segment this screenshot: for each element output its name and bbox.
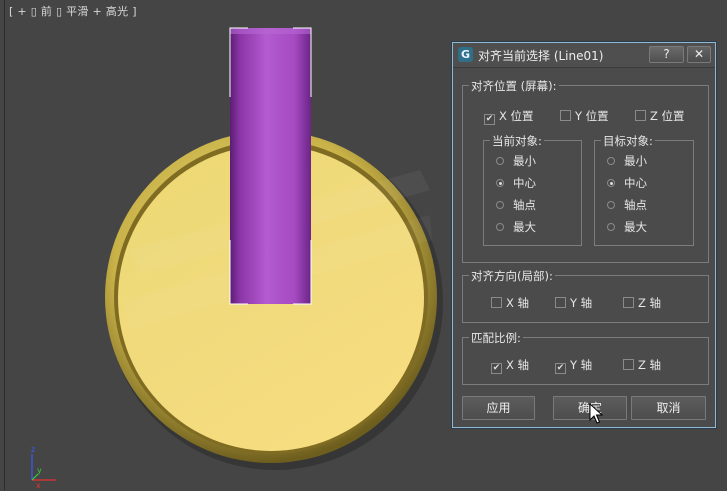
orient-x-label: X 轴 — [506, 296, 530, 310]
close-button[interactable]: ✕ — [687, 46, 711, 63]
target-object-group: 目标对象: 最小 中心 轴点 最大 — [594, 133, 694, 246]
scale-z-check-icon[interactable] — [623, 359, 634, 370]
x-position-checkbox[interactable]: ✔ X 位置 — [484, 108, 534, 125]
orient-y-label: Y 轴 — [570, 296, 593, 310]
y-position-check-icon[interactable] — [560, 110, 571, 121]
help-button[interactable]: ? — [649, 46, 684, 63]
current-min-radio[interactable]: 最小 — [496, 153, 536, 169]
dialog-titlebar[interactable]: G 对齐当前选择 (Line01) ? ✕ — [453, 43, 715, 68]
z-position-label: Z 位置 — [650, 109, 685, 123]
target-center-label: 中心 — [624, 176, 647, 190]
orient-x-checkbox[interactable]: X 轴 — [491, 295, 529, 311]
orient-y-checkbox[interactable]: Y 轴 — [555, 295, 592, 311]
x-position-label: X 位置 — [499, 109, 534, 123]
current-center-radio[interactable]: 中心 — [496, 175, 536, 191]
z-position-check-icon[interactable] — [635, 110, 646, 121]
target-object-legend: 目标对象: — [601, 133, 655, 149]
target-min-radio-icon[interactable] — [607, 157, 615, 165]
orient-y-check-icon[interactable] — [555, 297, 566, 308]
orient-x-check-icon[interactable] — [491, 297, 502, 308]
mouse-cursor-icon — [589, 403, 603, 424]
current-max-radio[interactable]: 最大 — [496, 219, 536, 235]
axis-tripod-icon: z y x — [31, 445, 56, 490]
apply-button[interactable]: 应用 — [462, 396, 535, 420]
target-min-label: 最小 — [624, 154, 647, 168]
app-logo-icon: G — [458, 47, 473, 62]
target-center-radio-icon[interactable] — [607, 179, 615, 187]
y-position-label: Y 位置 — [575, 109, 609, 123]
orient-z-checkbox[interactable]: Z 轴 — [623, 295, 661, 311]
target-center-radio[interactable]: 中心 — [607, 175, 647, 191]
align-position-legend: 对齐位置 (屏幕): — [469, 78, 559, 94]
current-max-label: 最大 — [513, 220, 536, 234]
orient-z-label: Z 轴 — [638, 296, 662, 310]
current-min-radio-icon[interactable] — [496, 157, 504, 165]
current-center-radio-icon[interactable] — [496, 179, 504, 187]
orient-z-check-icon[interactable] — [623, 297, 634, 308]
x-position-check-icon[interactable]: ✔ — [484, 114, 495, 125]
axis-z-label: z — [31, 445, 35, 454]
match-scale-group: 匹配比例: ✔ X 轴 ✔ Y 轴 Z 轴 — [462, 330, 709, 385]
scale-z-checkbox[interactable]: Z 轴 — [623, 357, 661, 373]
align-orientation-legend: 对齐方向(局部): — [469, 268, 555, 284]
target-max-radio-icon[interactable] — [607, 223, 615, 231]
rod-shape — [230, 28, 311, 304]
current-max-radio-icon[interactable] — [496, 223, 504, 231]
current-center-label: 中心 — [513, 176, 536, 190]
z-position-checkbox[interactable]: Z 位置 — [635, 108, 685, 124]
align-position-group: 对齐位置 (屏幕): ✔ X 位置 Y 位置 Z 位置 当前对象: 最小 中心 轴… — [462, 78, 709, 263]
target-pivot-radio[interactable]: 轴点 — [607, 197, 647, 213]
scale-y-label: Y 轴 — [570, 358, 593, 372]
scale-x-check-icon[interactable]: ✔ — [491, 363, 502, 374]
scale-y-check-icon[interactable]: ✔ — [555, 363, 566, 374]
current-pivot-label: 轴点 — [513, 198, 536, 212]
match-scale-legend: 匹配比例: — [469, 330, 523, 346]
current-pivot-radio[interactable]: 轴点 — [496, 197, 536, 213]
scale-x-checkbox[interactable]: ✔ X 轴 — [491, 357, 529, 374]
scale-z-label: Z 轴 — [638, 358, 662, 372]
target-min-radio[interactable]: 最小 — [607, 153, 647, 169]
cancel-button[interactable]: 取消 — [631, 396, 706, 420]
current-object-group: 当前对象: 最小 中心 轴点 最大 — [483, 133, 582, 246]
align-orientation-group: 对齐方向(局部): X 轴 Y 轴 Z 轴 — [462, 268, 709, 323]
axis-y-label: y — [37, 466, 42, 475]
current-object-legend: 当前对象: — [490, 133, 544, 149]
y-position-checkbox[interactable]: Y 位置 — [560, 108, 609, 124]
current-pivot-radio-icon[interactable] — [496, 201, 504, 209]
target-pivot-radio-icon[interactable] — [607, 201, 615, 209]
scale-x-label: X 轴 — [506, 358, 530, 372]
rod-top-cap — [230, 28, 311, 34]
current-min-label: 最小 — [513, 154, 536, 168]
target-pivot-label: 轴点 — [624, 198, 647, 212]
target-max-radio[interactable]: 最大 — [607, 219, 647, 235]
dialog-title: 对齐当前选择 (Line01) — [478, 49, 604, 63]
scale-y-checkbox[interactable]: ✔ Y 轴 — [555, 357, 592, 374]
target-max-label: 最大 — [624, 220, 647, 234]
axis-x-label: x — [36, 481, 41, 490]
align-selection-dialog: G 对齐当前选择 (Line01) ? ✕ 对齐位置 (屏幕): ✔ X 位置 Y… — [452, 42, 716, 428]
